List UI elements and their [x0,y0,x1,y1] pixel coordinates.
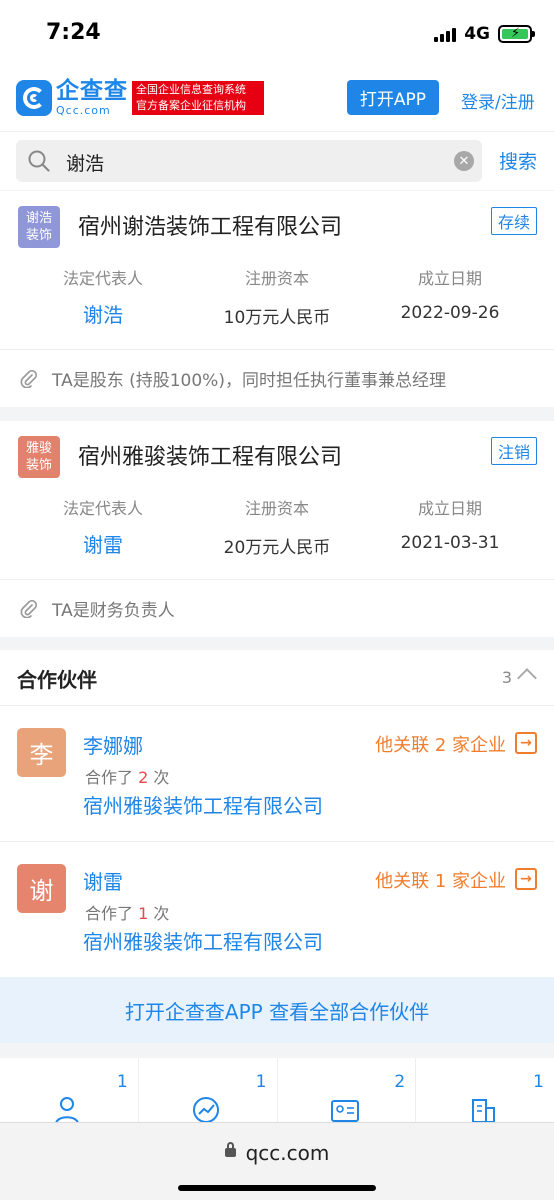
company-card[interactable]: 谢浩装饰 宿州谢浩装饰工程有限公司 存续 法定代表人 谢浩 注册资本 10万元人… [0,191,554,407]
search-input[interactable]: 谢浩 ✕ [16,140,482,182]
capital-col: 注册资本 20万元人民币 [206,495,348,558]
logo[interactable]: 企查查 Qcc.com 全国企业信息查询系统 官方备案企业征信机构 [16,80,264,116]
login-register-link[interactable]: 登录/注册 [461,88,535,113]
legal-rep-col: 法定代表人 谢浩 [44,265,162,328]
browser-url-bar: qcc.com [0,1122,554,1200]
role-note-text: TA是财务负责人 [52,601,175,621]
company-avatar: 谢浩装饰 [18,206,60,248]
company-card[interactable]: 雅骏装饰 宿州雅骏装饰工程有限公司 注销 法定代表人 谢雷 注册资本 20万元人… [0,421,554,637]
times-prefix: 合作了 [85,768,139,787]
network-type: 4G [464,24,490,44]
paperclip-icon [20,599,38,618]
tab-trend[interactable]: 1 [139,1058,278,1128]
paperclip-icon [20,369,38,388]
tab-count: 1 [116,1072,128,1092]
partner-name[interactable]: 李娜娜 [83,730,143,759]
legal-rep-label: 法定代表人 [62,499,143,518]
status-bar: 7:24 4G ⚡ [0,0,554,64]
partners-section: 合作伙伴 3 李 李娜娜 合作了 2 次 宿州雅骏装饰工程有限公司 他关联 2 … [0,650,554,978]
url-field[interactable]: qcc.com [0,1141,554,1165]
open-all-partners-button[interactable]: 打开企查查APP 查看全部合作伙伴 [0,977,554,1043]
partners-header[interactable]: 合作伙伴 3 [0,650,554,706]
search-query: 谢浩 [66,153,105,175]
tab-count: 1 [533,1072,544,1092]
founded-value: 2022-09-26 [400,303,500,323]
partners-title: 合作伙伴 [17,668,97,692]
times-count: 2 [138,768,149,787]
partners-count: 3 [501,668,512,687]
capital-col: 注册资本 10万元人民币 [206,265,348,328]
lock-icon [224,1142,236,1157]
company-name[interactable]: 宿州谢浩装饰工程有限公司 [78,209,342,241]
times-count: 1 [138,904,149,923]
clear-icon[interactable]: ✕ [454,151,474,171]
signal-icon [434,26,457,42]
legal-rep-col: 法定代表人 谢雷 [44,495,162,558]
partner-name[interactable]: 谢雷 [83,866,123,895]
legal-rep-label: 法定代表人 [62,269,143,288]
capital-label: 注册资本 [244,499,309,518]
role-note: TA是股东 (持股100%)，同时担任执行董事兼总经理 [0,349,554,407]
legal-rep-value[interactable]: 谢雷 [44,529,162,558]
open-app-button[interactable]: 打开APP [347,80,439,115]
partner-company[interactable]: 宿州雅骏装饰工程有限公司 [83,790,323,819]
partner-row[interactable]: 李 李娜娜 合作了 2 次 宿州雅骏装饰工程有限公司 他关联 2 家企业 → [0,706,554,842]
tab-count: 2 [394,1072,406,1092]
arrow-right-icon[interactable]: → [515,868,537,890]
logo-en: Qcc.com [56,104,111,117]
id-card-icon [330,1100,359,1122]
battery-icon: ⚡ [498,25,535,43]
partner-times: 合作了 2 次 [85,764,169,788]
tab-building[interactable]: 1 [416,1058,554,1128]
capital-value: 10万元人民币 [223,308,331,328]
tab-count: 1 [255,1072,267,1092]
status-badge: 注销 [490,437,537,465]
building-icon [472,1099,496,1123]
logo-cn: 企查查 [56,78,128,104]
partner-times: 合作了 1 次 [85,900,169,924]
partner-avatar: 谢 [17,864,66,913]
related-companies-link[interactable]: 他关联 2 家企业 [375,731,506,757]
badge-line-2: 官方备案企业征信机构 [136,99,246,112]
logo-text: 企查查 Qcc.com [56,78,128,117]
badge-line-1: 全国企业信息查询系统 [136,83,246,96]
tab-id-card[interactable]: 2 [278,1058,417,1128]
chevron-up-icon[interactable] [517,668,537,688]
related-companies-link[interactable]: 他关联 1 家企业 [375,867,506,893]
search-button[interactable]: 搜索 [499,147,537,174]
search-bar: 谢浩 ✕ 搜索 [0,132,554,190]
founded-col: 成立日期 2021-03-31 [390,495,510,553]
arrow-right-icon[interactable]: → [515,732,537,754]
trend-icon [192,1097,219,1123]
bottom-tab-bar: 1 1 2 1 [0,1058,554,1128]
site-header: 企查查 Qcc.com 全国企业信息查询系统 官方备案企业征信机构 打开APP … [0,64,554,132]
tab-person[interactable]: 1 [0,1058,139,1128]
partner-avatar: 李 [17,728,66,777]
status-time: 7:24 [46,20,101,45]
founded-value: 2021-03-31 [400,533,500,553]
role-note: TA是财务负责人 [0,579,554,637]
partner-row[interactable]: 谢 谢雷 合作了 1 次 宿州雅骏装饰工程有限公司 他关联 1 家企业 → [0,842,554,978]
role-note-text: TA是股东 (持股100%)，同时担任执行董事兼总经理 [52,371,446,391]
home-indicator[interactable] [178,1185,376,1191]
url-text: qcc.com [245,1141,330,1165]
partner-company[interactable]: 宿州雅骏装饰工程有限公司 [83,926,323,955]
company-avatar: 雅骏装饰 [18,436,60,478]
founded-label: 成立日期 [417,499,482,518]
search-icon [28,150,50,172]
founded-label: 成立日期 [417,269,482,288]
times-suffix: 次 [148,904,170,923]
person-icon [55,1097,79,1124]
legal-rep-value[interactable]: 谢浩 [44,299,162,328]
status-indicators: 4G ⚡ [434,22,535,46]
company-name[interactable]: 宿州雅骏装饰工程有限公司 [78,439,342,471]
times-prefix: 合作了 [85,904,139,923]
capital-label: 注册资本 [244,269,309,288]
official-badge: 全国企业信息查询系统 官方备案企业征信机构 [132,81,264,115]
founded-col: 成立日期 2022-09-26 [390,265,510,323]
qcc-logo-icon [16,80,52,116]
status-badge: 存续 [490,207,537,235]
capital-value: 20万元人民币 [223,538,331,558]
times-suffix: 次 [148,768,170,787]
